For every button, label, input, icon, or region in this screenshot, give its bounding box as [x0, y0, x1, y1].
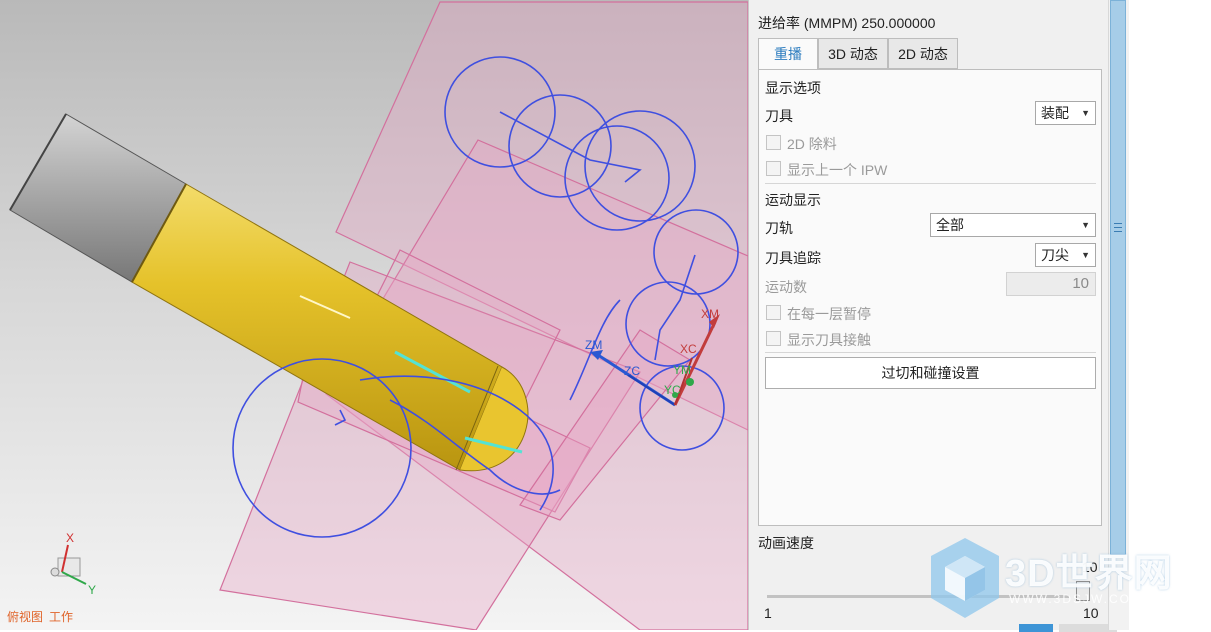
scene-canvas[interactable]: ZM ZC XM XC YM YC X Y: [0, 0, 748, 630]
show-tool-contact-label: 显示刀具接触: [787, 332, 871, 348]
replay-tab-content: 显示选项 刀具 装配 ▼ 2D 除料 显示上一个 IPW 运动显示 刀轨 全部 …: [758, 69, 1102, 526]
axis-label-yc: YC: [664, 383, 681, 397]
ok-button[interactable]: [1019, 624, 1053, 632]
tool-path-value: 全部: [936, 217, 964, 233]
tab-2d-dynamic[interactable]: 2D 动态: [888, 38, 958, 69]
motion-count-field[interactable]: 10: [1006, 272, 1096, 296]
removal-2d-label: 2D 除料: [787, 136, 837, 152]
chevron-down-icon: ▼: [1081, 250, 1090, 260]
animation-speed-label: 动画速度: [758, 535, 814, 551]
tab-3d-dynamic[interactable]: 3D 动态: [818, 38, 888, 69]
tool-trace-value: 刀尖: [1041, 247, 1069, 263]
motion-count-label: 运动数: [765, 279, 807, 295]
watermark-title: 3D世界网: [1005, 553, 1173, 595]
display-options-heading: 显示选项: [765, 80, 821, 96]
divider: [765, 183, 1096, 184]
removal-2d-checkbox[interactable]: [766, 135, 781, 150]
animation-speed-min: 1: [764, 605, 772, 621]
axis-label-zm: ZM: [585, 338, 602, 352]
axis-label-ym: YM: [673, 363, 691, 377]
axis-label-xm: XM: [701, 307, 719, 321]
triad-x-label: X: [66, 531, 74, 545]
motion-display-heading: 运动显示: [765, 192, 821, 208]
previous-ipw-label: 显示上一个 IPW: [787, 162, 888, 178]
divider: [765, 352, 1096, 353]
tool-path-label: 刀轨: [765, 220, 793, 236]
chevron-down-icon: ▼: [1081, 220, 1090, 230]
triad-y-label: Y: [88, 583, 96, 597]
graphics-viewport[interactable]: ZM ZC XM XC YM YC X Y 俯视图 工作: [0, 0, 748, 630]
view-name-label: 俯视图: [7, 610, 44, 624]
pause-each-layer-label: 在每一层暂停: [787, 306, 871, 322]
pause-each-layer-checkbox[interactable]: [766, 305, 781, 320]
chevron-down-icon: ▼: [1081, 108, 1090, 118]
watermark: 3D世界网 WWW.3DSJW.COM: [927, 532, 1191, 624]
cube-logo-icon: [931, 538, 999, 618]
previous-ipw-checkbox[interactable]: [766, 161, 781, 176]
feed-rate-readout: 进给率 (MMPM) 250.000000: [758, 15, 936, 31]
axis-label-zc: ZC: [624, 364, 640, 378]
tool-path-dropdown[interactable]: 全部 ▼: [930, 213, 1096, 237]
tool-trace-label: 刀具追踪: [765, 250, 821, 266]
axis-label-xc: XC: [680, 342, 697, 356]
tool-label: 刀具: [765, 108, 793, 124]
view-status: 俯视图 工作: [7, 608, 79, 625]
watermark-subtitle: WWW.3DSJW.COM: [1009, 592, 1143, 606]
scrollbar-thumb[interactable]: [1110, 0, 1126, 555]
tool-display-dropdown[interactable]: 装配 ▼: [1035, 101, 1096, 125]
show-tool-contact-checkbox[interactable]: [766, 331, 781, 346]
tool-trace-dropdown[interactable]: 刀尖 ▼: [1035, 243, 1096, 267]
tool-display-value: 装配: [1041, 105, 1069, 121]
work-layer-label: 工作: [49, 610, 74, 624]
gouge-collision-settings-button[interactable]: 过切和碰撞设置: [765, 357, 1096, 389]
tab-replay[interactable]: 重播: [758, 38, 818, 71]
